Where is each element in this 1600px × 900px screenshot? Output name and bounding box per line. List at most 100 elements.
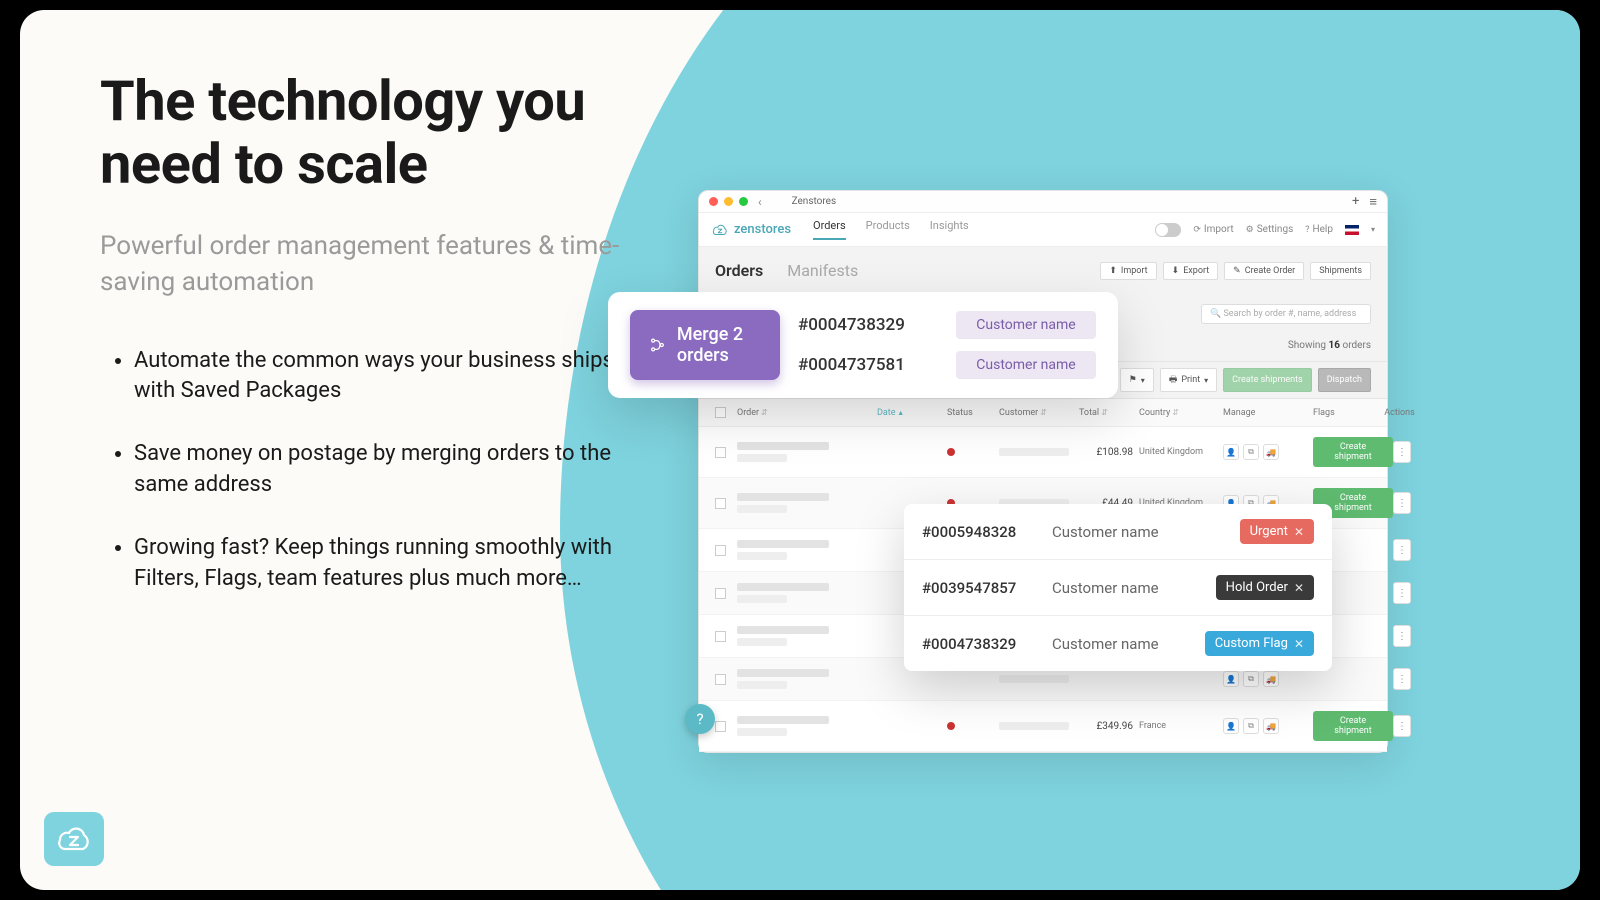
btn-dispatch[interactable]: Dispatch	[1318, 368, 1371, 392]
create-shipment-button[interactable]: Create shipment	[1313, 711, 1393, 741]
help-fab[interactable]: ?	[685, 704, 715, 734]
col-date[interactable]: Date	[877, 408, 947, 418]
row-checkbox[interactable]	[715, 674, 726, 685]
row-actions-menu[interactable]: ⋮	[1393, 441, 1411, 463]
btn-create-order[interactable]: ✎Create Order	[1224, 262, 1304, 280]
row-checkbox[interactable]	[715, 498, 726, 509]
nav-tab-products[interactable]: Products	[866, 219, 910, 240]
btn-flag[interactable]: ⚑	[1120, 368, 1154, 392]
merge-order-id-1: #0004738329	[798, 315, 938, 335]
select-all-checkbox[interactable]	[715, 407, 726, 418]
flag-customer: Customer name	[1052, 523, 1240, 541]
close-icon[interactable]	[709, 197, 718, 206]
merge-orders-button[interactable]: Merge 2 orders	[630, 310, 780, 380]
toolbar-settings[interactable]: ⚙Settings	[1246, 224, 1294, 235]
manage-cell: 👤 ⧉ 🚚	[1223, 444, 1313, 460]
manage-cell: 👤 ⧉ 🚚	[1223, 671, 1313, 687]
row-actions-menu[interactable]: ⋮	[1393, 582, 1411, 604]
locale-chevron-icon[interactable]: ▾	[1371, 225, 1375, 234]
headline: The technology you need to scale	[100, 70, 660, 195]
order-number-skeleton	[737, 716, 829, 724]
maximize-icon[interactable]	[739, 197, 748, 206]
order-number-skeleton	[737, 669, 829, 677]
download-icon: ⬇	[1172, 266, 1180, 276]
btn-import[interactable]: ⬆Import	[1100, 262, 1156, 280]
refresh-icon: ⟳	[1193, 225, 1201, 235]
merge-icon	[650, 334, 665, 356]
minimize-icon[interactable]	[724, 197, 733, 206]
manage-copy-icon[interactable]: ⧉	[1243, 671, 1259, 687]
row-checkbox[interactable]	[715, 721, 726, 732]
col-customer[interactable]: Customer	[999, 408, 1079, 418]
col-country[interactable]: Country	[1139, 408, 1223, 418]
btn-export[interactable]: ⬇Export	[1163, 262, 1219, 280]
brand-logo[interactable]: zenstores	[711, 222, 791, 237]
customer-skeleton	[999, 675, 1069, 683]
manage-user-icon[interactable]: 👤	[1223, 718, 1239, 734]
row-actions-menu[interactable]: ⋮	[1393, 715, 1411, 737]
btn-create-shipments[interactable]: Create shipments	[1223, 368, 1312, 392]
flag-order-id: #0005948328	[922, 523, 1052, 541]
create-shipment-button[interactable]: Create shipment	[1313, 437, 1393, 467]
flag-tag-hold[interactable]: Hold Order✕	[1216, 575, 1314, 600]
nav-tab-orders[interactable]: Orders	[813, 219, 846, 240]
flags-card: #0005948328 Customer name Urgent✕ #00395…	[904, 504, 1332, 671]
row-checkbox[interactable]	[715, 447, 726, 458]
btn-shipments[interactable]: Shipments	[1310, 262, 1371, 280]
row-checkbox[interactable]	[715, 545, 726, 556]
toolbar-help[interactable]: ?Help	[1305, 224, 1333, 235]
row-checkbox[interactable]	[715, 588, 726, 599]
row-checkbox[interactable]	[715, 631, 726, 642]
order-date-skeleton	[737, 681, 787, 689]
order-date-skeleton	[737, 638, 787, 646]
order-number-skeleton	[737, 626, 829, 634]
add-icon[interactable]: +	[1352, 194, 1359, 210]
col-order[interactable]: Order	[737, 408, 877, 418]
flag-customer: Customer name	[1052, 579, 1216, 597]
remove-flag-icon[interactable]: ✕	[1294, 581, 1304, 595]
subtab-orders[interactable]: Orders	[715, 261, 763, 280]
print-icon: 🖶	[1169, 372, 1178, 388]
manage-truck-icon[interactable]: 🚚	[1263, 671, 1279, 687]
bullet-2: Save money on postage by merging orders …	[134, 439, 660, 501]
upload-icon: ⬆	[1109, 266, 1117, 276]
flag-tag-urgent[interactable]: Urgent✕	[1240, 519, 1314, 544]
manage-truck-icon[interactable]: 🚚	[1263, 718, 1279, 734]
flag-order-id: #0004738329	[922, 635, 1052, 653]
dark-mode-toggle[interactable]	[1155, 223, 1181, 237]
remove-flag-icon[interactable]: ✕	[1294, 525, 1304, 539]
manage-copy-icon[interactable]: ⧉	[1243, 444, 1259, 460]
flag-tag-custom[interactable]: Custom Flag✕	[1205, 631, 1314, 656]
nav-tab-insights[interactable]: Insights	[930, 219, 969, 240]
order-date-skeleton	[737, 505, 787, 513]
btn-print[interactable]: 🖶Print	[1160, 368, 1217, 392]
row-actions-menu[interactable]: ⋮	[1393, 668, 1411, 690]
order-number-skeleton	[737, 493, 829, 501]
manage-truck-icon[interactable]: 🚚	[1263, 444, 1279, 460]
manage-cell: 👤 ⧉ 🚚	[1223, 718, 1313, 734]
manage-user-icon[interactable]: 👤	[1223, 444, 1239, 460]
search-input[interactable]: Search by order #, name, address	[1201, 304, 1371, 324]
col-total[interactable]: Total	[1079, 408, 1139, 418]
menu-icon[interactable]: ≡	[1369, 194, 1377, 210]
merge-orders-card: #0004738329 Customer name Merge 2 orders…	[608, 292, 1118, 398]
col-status[interactable]: Status	[947, 408, 999, 418]
toolbar-import[interactable]: ⟳Import	[1193, 224, 1233, 235]
row-actions-menu[interactable]: ⋮	[1393, 539, 1411, 561]
subtab-manifests[interactable]: Manifests	[787, 261, 858, 280]
locale-flag-uk-icon[interactable]	[1345, 225, 1359, 235]
back-chevron-icon[interactable]: ‹	[758, 195, 762, 209]
manage-copy-icon[interactable]: ⧉	[1243, 718, 1259, 734]
sub-navigation: Orders Manifests ⬆Import ⬇Export ✎Create…	[699, 247, 1387, 294]
manage-user-icon[interactable]: 👤	[1223, 671, 1239, 687]
remove-flag-icon[interactable]: ✕	[1294, 637, 1304, 651]
merge-customer-chip-1: Customer name	[956, 311, 1096, 339]
order-number-skeleton	[737, 583, 829, 591]
row-actions-menu[interactable]: ⋮	[1393, 492, 1411, 514]
flag-customer: Customer name	[1052, 635, 1205, 653]
row-actions-menu[interactable]: ⋮	[1393, 625, 1411, 647]
subheadline: Powerful order management features & tim…	[100, 229, 660, 299]
merge-customer-chip-2: Customer name	[956, 351, 1096, 379]
bullet-1: Automate the common ways your business s…	[134, 346, 660, 408]
flag-row: #0004738329 Customer name Custom Flag✕	[904, 616, 1332, 671]
